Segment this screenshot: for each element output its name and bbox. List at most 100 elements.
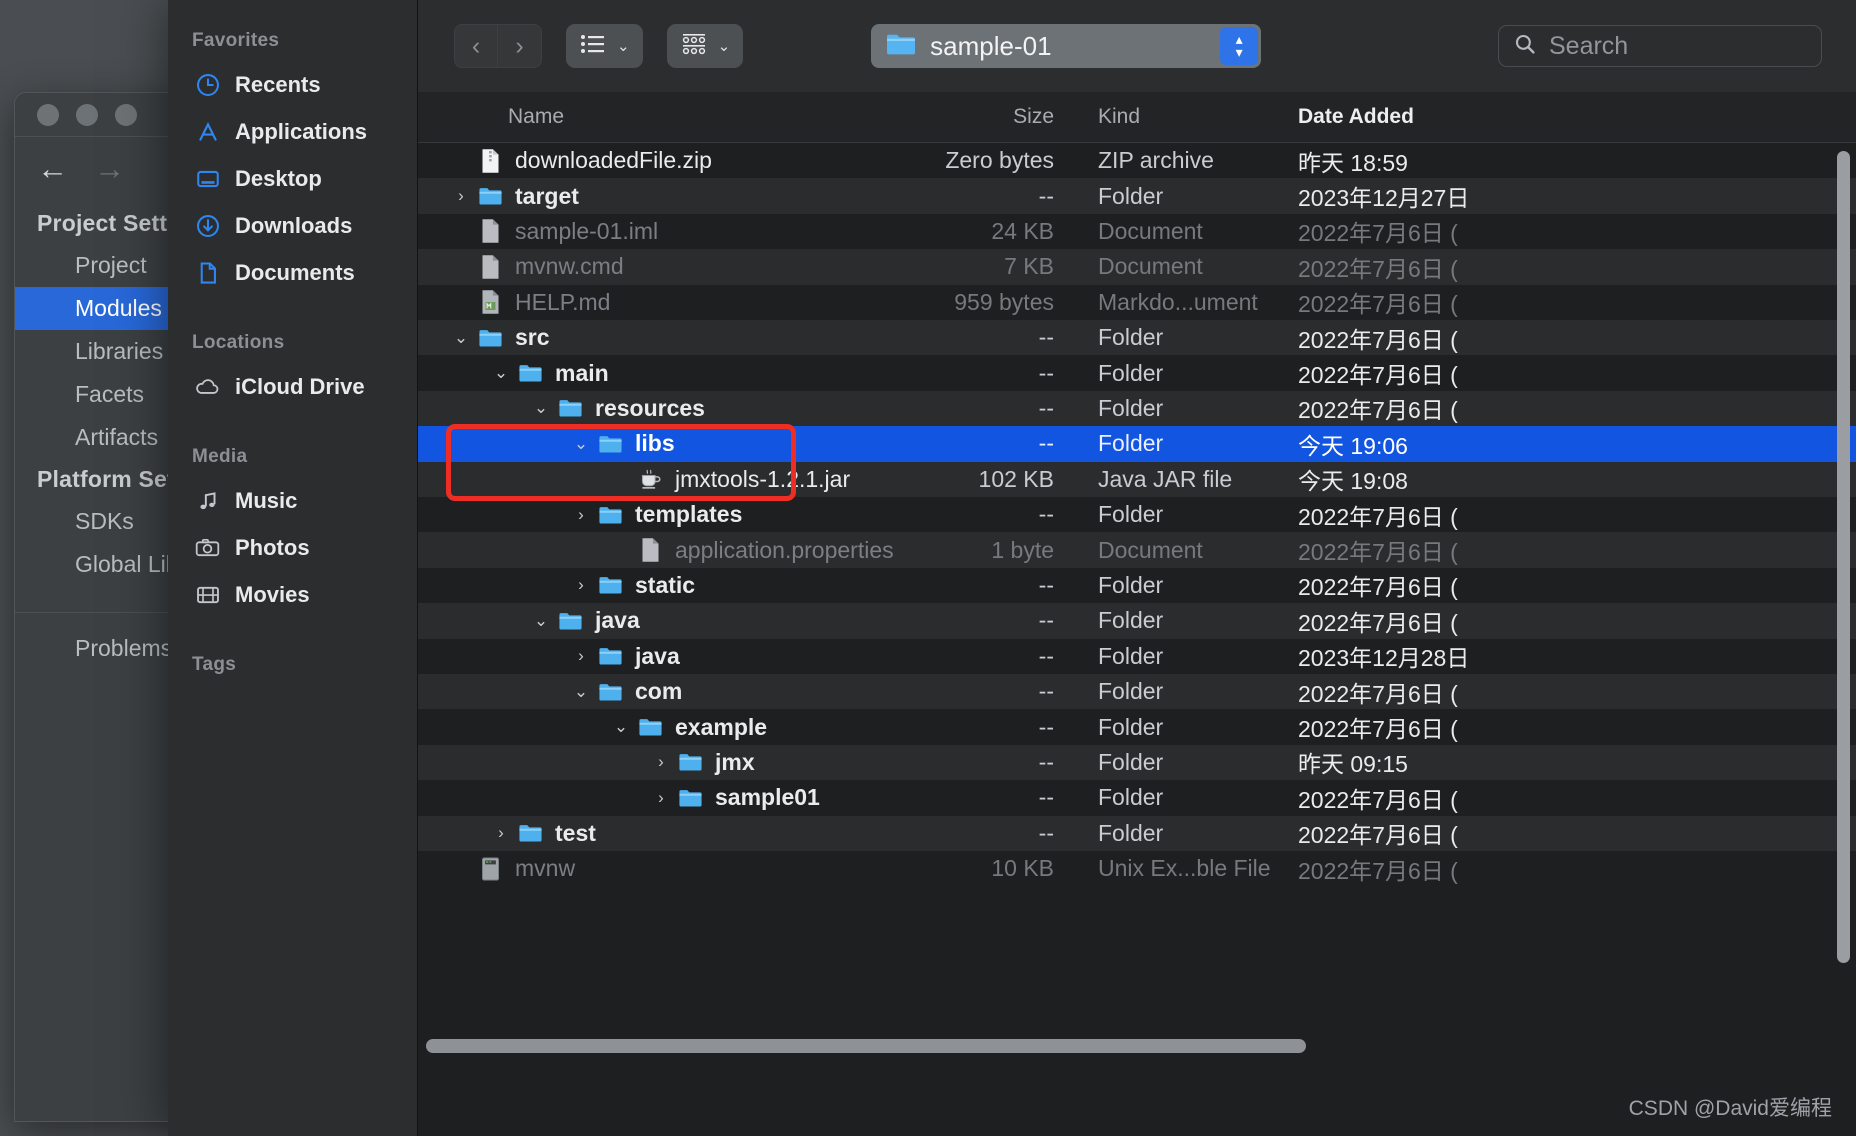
sidebar-item-applications[interactable]: Applications	[168, 108, 417, 155]
disclosure-closed-icon[interactable]: ›	[570, 575, 592, 595]
file-row[interactable]: HELP.md 959 bytes Markdo...ument 2022年7月6日 …	[418, 285, 1856, 320]
file-row[interactable]: ⌄ resources -- Folder 2022年7月6日 (	[418, 390, 1856, 427]
file-kind-cell: Folder	[1098, 324, 1164, 351]
disclosure-open-icon[interactable]: ⌄	[570, 682, 592, 702]
file-list[interactable]: downloadedFile.zip Zero bytes ZIP archive 昨…	[418, 143, 1856, 1020]
sidebar-item-movies[interactable]: Movies	[168, 571, 417, 618]
disclosure-open-icon[interactable]: ⌄	[490, 363, 512, 383]
file-date-added-cell: 昨天 09:15	[1298, 751, 1408, 778]
column-header-size[interactable]: Size	[934, 105, 1054, 129]
disclosure-open-icon[interactable]: ⌄	[530, 398, 552, 418]
quantity-stepper[interactable]: ▴ ▾	[1220, 27, 1259, 65]
document-icon	[194, 259, 221, 286]
file-row[interactable]: › jmx -- Folder 昨天 09:15	[418, 744, 1856, 781]
file-date-added-cell: 2022年7月6日 (	[1298, 255, 1458, 282]
file-row[interactable]: ⌄ src -- Folder 2022年7月6日 (	[418, 320, 1856, 356]
back-button[interactable]: ‹	[454, 24, 498, 68]
disclosure-open-icon[interactable]: ⌄	[570, 434, 592, 454]
file-date-added-cell: 2022年7月6日 (	[1298, 539, 1458, 566]
file-kind-cell: Folder	[1098, 713, 1164, 740]
sidebar-item-documents[interactable]: Documents	[168, 249, 417, 296]
file-row[interactable]: downloadedFile.zip Zero bytes ZIP archive 昨…	[418, 143, 1856, 178]
close-button[interactable]	[37, 103, 59, 126]
file-name-label: jmx	[715, 748, 755, 775]
forward-arrow-icon[interactable]: →	[94, 153, 125, 184]
search-input[interactable]: Search	[1549, 32, 1628, 61]
sidebar-item-desktop[interactable]: Desktop	[168, 155, 417, 202]
search-icon	[1513, 32, 1537, 61]
view-mode-button[interactable]: ⌄	[566, 24, 643, 68]
sidebar-item-label: Recents	[235, 71, 321, 97]
file-row[interactable]: › templates -- Folder 2022年7月6日 (	[418, 497, 1856, 532]
sidebar-item-photos[interactable]: Photos	[168, 524, 417, 571]
disclosure-open-icon[interactable]: ⌄	[610, 717, 632, 737]
sidebar-item-downloads[interactable]: Downloads	[168, 202, 417, 249]
column-header-name[interactable]: Name	[418, 105, 564, 129]
column-header-kind[interactable]: Kind	[1098, 105, 1140, 129]
file-row[interactable]: › static -- Folder 2022年7月6日 (	[418, 568, 1856, 603]
disclosure-closed-icon[interactable]: ›	[650, 752, 672, 772]
forward-button[interactable]: ›	[498, 24, 542, 68]
file-name-cell: application.properties	[638, 535, 894, 565]
horizontal-scrollbar-thumb[interactable]	[426, 1039, 1306, 1053]
disclosure-closed-icon[interactable]: ›	[570, 646, 592, 666]
file-row[interactable]: jmxtools-1.2.1.jar 102 KB Java JAR file 今天 …	[418, 461, 1856, 497]
file-name-cell: mvnw	[478, 854, 575, 884]
file-row[interactable]: › sample01 -- Folder 2022年7月6日 (	[418, 780, 1856, 815]
file-size-cell: --	[1038, 642, 1054, 669]
disclosure-closed-icon[interactable]: ›	[650, 788, 672, 808]
file-row[interactable]: ⌄ libs -- Folder 今天 19:06	[418, 426, 1856, 462]
file-row[interactable]: mvnw 10 KB Unix Ex...ble File 2022年7月6日 (	[418, 851, 1856, 886]
file-row[interactable]: ⌄ java -- Folder 2022年7月6日 (	[418, 603, 1856, 639]
file-name-cell: jmx	[678, 747, 755, 777]
file-kind-cell: Markdo...ument	[1098, 288, 1258, 315]
vertical-scrollbar[interactable]	[1837, 151, 1850, 963]
zoom-button[interactable]	[115, 103, 137, 126]
sidebar-item-recents[interactable]: Recents	[168, 61, 417, 108]
file-row[interactable]: › test -- Folder 2022年7月6日 (	[418, 815, 1856, 851]
horizontal-scrollbar-track[interactable]	[418, 1020, 1856, 1072]
disclosure-open-icon[interactable]: ⌄	[450, 328, 472, 348]
file-row[interactable]: › target -- Folder 2023年12月27日	[418, 178, 1856, 214]
file-date-added-cell: 2022年7月6日 (	[1298, 680, 1458, 707]
file-row[interactable]: ⌄ example -- Folder 2022年7月6日 (	[418, 709, 1856, 744]
disclosure-closed-icon[interactable]: ›	[450, 186, 472, 206]
file-date-added-cell: 今天 19:06	[1298, 432, 1408, 459]
file-row[interactable]: mvnw.cmd 7 KB Document 2022年7月6日 (	[418, 249, 1856, 285]
file-row[interactable]: ⌄ main -- Folder 2022年7月6日 (	[418, 355, 1856, 390]
path-popup-button[interactable]: sample-01 ▴ ▾	[871, 24, 1262, 68]
minimize-button[interactable]	[76, 103, 98, 126]
file-size-cell: --	[1038, 501, 1054, 528]
disclosure-closed-icon[interactable]: ›	[570, 505, 592, 525]
file-size-cell: --	[1038, 819, 1054, 846]
file-kind-cell: Folder	[1098, 607, 1164, 634]
folder-icon	[558, 393, 583, 423]
applications-icon	[194, 118, 221, 145]
group-by-button[interactable]: ⌄	[666, 24, 744, 68]
sidebar-item-label: Documents	[235, 259, 355, 285]
file-row[interactable]: sample-01.iml 24 KB Document 2022年7月6日 (	[418, 214, 1856, 249]
file-size-cell: --	[1038, 571, 1054, 598]
disclosure-closed-icon[interactable]: ›	[490, 823, 512, 843]
disclosure-open-icon[interactable]: ⌄	[530, 611, 552, 631]
finder-window: Favorites Recents Applications Desktop D…	[168, 0, 1856, 1136]
file-name-cell: downloadedFile.zip	[478, 146, 712, 176]
file-name-label: HELP.md	[515, 288, 611, 315]
sidebar-item-icloud-drive[interactable]: iCloud Drive	[168, 363, 417, 410]
sidebar-item-music[interactable]: Music	[168, 477, 417, 524]
sidebar-item-label: Music	[235, 487, 298, 513]
file-name-label: templates	[635, 501, 743, 528]
file-row[interactable]: ⌄ com -- Folder 2022年7月6日 (	[418, 674, 1856, 710]
search-field[interactable]: Search	[1498, 25, 1822, 67]
back-arrow-icon[interactable]: ←	[37, 153, 68, 184]
column-header-date-added[interactable]: Date Added	[1298, 105, 1414, 129]
file-row[interactable]: › java -- Folder 2023年12月28日	[418, 639, 1856, 674]
file-size-cell: 959 bytes	[954, 288, 1054, 315]
file-kind-cell: Document	[1098, 217, 1203, 244]
file-row[interactable]: application.properties 1 byte Document 2022…	[418, 532, 1856, 568]
camera-icon	[194, 534, 221, 561]
music-note-icon	[194, 487, 221, 514]
file-name-label: test	[555, 819, 596, 846]
file-kind-cell: Folder	[1098, 501, 1164, 528]
sidebar-item-label: Downloads	[235, 212, 353, 238]
